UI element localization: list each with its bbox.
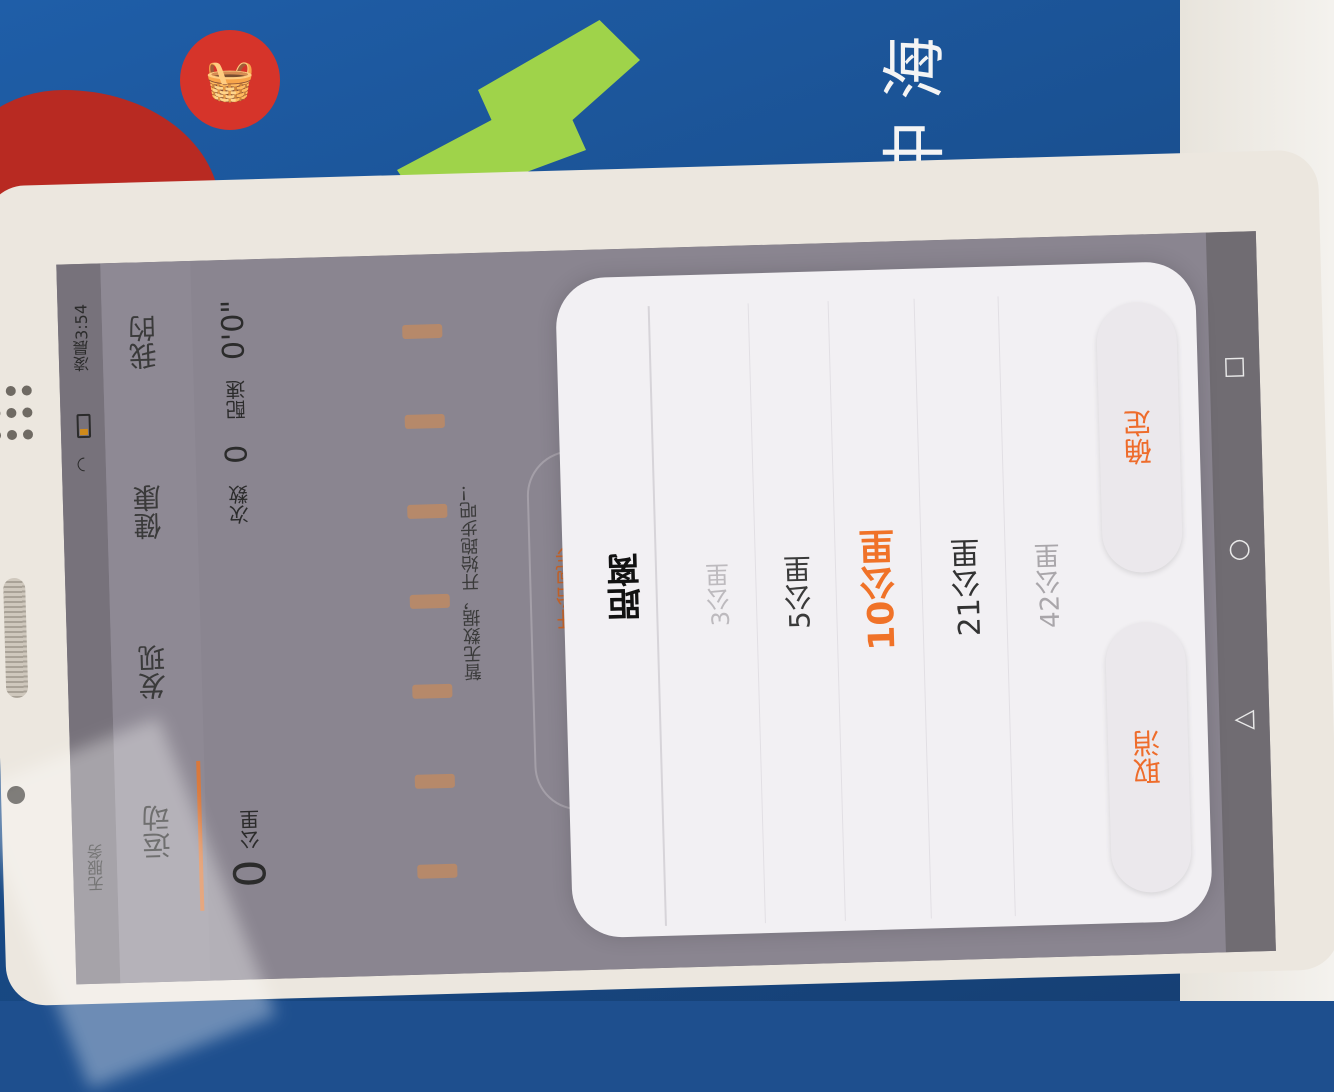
chart-bar: [417, 863, 458, 879]
nav-bar: ☐ ○ ◁: [1205, 231, 1276, 953]
tab-health[interactable]: 健康: [128, 462, 171, 563]
chart-bar: [407, 503, 448, 519]
picker-option[interactable]: 5公里: [767, 491, 833, 693]
status-time: 凌晨3:54: [71, 303, 93, 373]
confirm-label: 确定: [1121, 409, 1157, 466]
wifi-icon: ◠: [73, 456, 95, 473]
distance-unit: 公里: [238, 809, 264, 850]
picker-divider: [913, 298, 932, 919]
picker-divider: [827, 301, 846, 921]
picker-option[interactable]: 21公里: [937, 486, 1003, 688]
picker-option[interactable]: 3公里: [687, 493, 753, 695]
tab-discover[interactable]: 发现: [132, 622, 175, 723]
distance-picker-dialog: 距离 3公里 5公里 10公里 21公里 42公里 确定 取消: [554, 260, 1214, 939]
shopping-cart-icon: 🧺: [180, 30, 280, 130]
dialog-title: 距离: [606, 552, 648, 622]
picker-divider: [747, 303, 766, 924]
cancel-label: 取消: [1130, 728, 1166, 786]
chart-bar: [414, 773, 456, 789]
back-icon[interactable]: ◁: [1227, 701, 1262, 736]
picker-option[interactable]: 42公里: [1017, 484, 1083, 686]
confirm-button[interactable]: 确定: [1095, 301, 1184, 574]
picker-option-selected[interactable]: 10公里: [849, 489, 915, 691]
cancel-button[interactable]: 取消: [1104, 621, 1193, 894]
empty-message: 暂无数据，开始跑步吧！: [458, 482, 486, 682]
chart-bar: [409, 593, 451, 609]
count-label: 次数: [227, 484, 253, 525]
chart-bar: [404, 413, 445, 429]
phone-device: 凌晨3:54 ◠ 无服务 我的 健康 发现 运动 0'0" 配速 0 次数 公里…: [0, 149, 1334, 1089]
chart-bar: [412, 683, 453, 699]
recent-apps-icon[interactable]: ☐: [1217, 351, 1252, 386]
chart-bar: [402, 323, 443, 340]
phone-screen: 凌晨3:54 ◠ 无服务 我的 健康 发现 运动 0'0" 配速 0 次数 公里…: [56, 231, 1276, 985]
picker-divider: [997, 296, 1016, 917]
tab-mine[interactable]: 我的: [123, 292, 166, 393]
pace-label: 配速: [224, 379, 250, 420]
battery-icon: [76, 413, 92, 439]
count-value: 0: [219, 444, 255, 465]
earpiece-grill: [3, 577, 29, 699]
distance-value: 0: [224, 858, 277, 889]
pace-value: 0'0": [215, 299, 252, 361]
distance-picker[interactable]: 3公里 5公里 10公里 21公里 42公里: [651, 274, 1089, 925]
home-icon[interactable]: ○: [1222, 531, 1257, 566]
sensor-dots: [0, 385, 34, 446]
